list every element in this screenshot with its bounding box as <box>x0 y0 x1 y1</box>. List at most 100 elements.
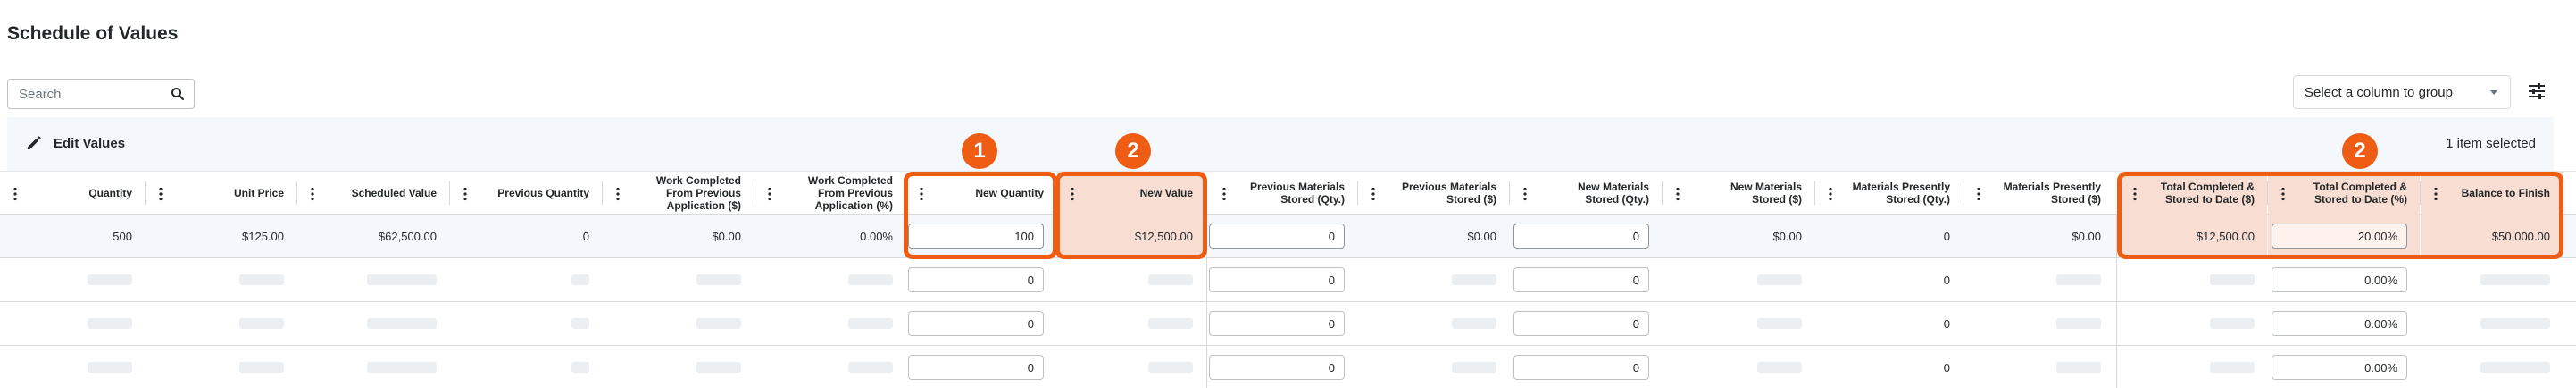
column-separator[interactable] <box>602 181 603 205</box>
new-quantity-input[interactable] <box>908 355 1044 380</box>
column-separator[interactable] <box>1662 181 1663 205</box>
prev-materials-qty-input[interactable] <box>1209 224 1345 249</box>
group-by-select[interactable]: Select a column to group <box>2293 75 2511 109</box>
selected-count: 1 item selected <box>2446 136 2536 151</box>
column-header-prev-materials-amount[interactable]: Previous Materials Stored ($) <box>1358 172 1509 215</box>
search-input[interactable] <box>8 80 160 108</box>
column-header-previous-quantity[interactable]: Previous Quantity <box>450 172 602 215</box>
new-quantity-input[interactable] <box>908 311 1044 336</box>
cell-new-materials-qty <box>1510 215 1662 257</box>
column-menu-icon[interactable] <box>13 187 18 201</box>
column-separator[interactable] <box>296 181 297 205</box>
cell-new-materials-qty <box>1510 258 1662 301</box>
column-header-balance-to-finish[interactable]: Balance to Finish <box>2421 172 2563 215</box>
edit-values-button[interactable]: Edit Values <box>25 134 125 152</box>
prev-materials-qty-input[interactable] <box>1209 355 1345 380</box>
column-header-quantity[interactable]: Quantity <box>0 172 145 215</box>
column-header-materials-present-qty[interactable]: Materials Presently Stored (Qty.) <box>1815 172 1963 215</box>
total-completed-percent-input[interactable] <box>2272 311 2407 336</box>
column-menu-icon[interactable] <box>1675 187 1680 201</box>
search-box[interactable] <box>7 79 195 109</box>
table-row[interactable]: 0 <box>0 346 2576 388</box>
column-separator[interactable] <box>2267 181 2268 205</box>
column-menu-icon[interactable] <box>1221 187 1227 201</box>
new-materials-qty-input[interactable] <box>1513 267 1649 292</box>
cell-previous-quantity: 0 <box>582 229 589 243</box>
cell-scheduled-value: $62,500.00 <box>378 229 437 243</box>
new-quantity-input[interactable] <box>908 267 1044 292</box>
column-menu-icon[interactable] <box>463 187 468 201</box>
column-separator[interactable] <box>1357 181 1358 205</box>
column-menu-icon[interactable] <box>310 187 315 201</box>
callout-badge-2-totals: 2 <box>2342 133 2378 169</box>
table-row[interactable]: 0 <box>0 258 2576 302</box>
column-menu-icon[interactable] <box>1371 187 1376 201</box>
column-separator[interactable] <box>1509 181 1510 205</box>
column-menu-icon[interactable] <box>2433 187 2438 201</box>
table-settings-icon[interactable] <box>2527 82 2547 100</box>
column-header-unit-price[interactable]: Unit Price <box>146 172 296 215</box>
column-separator[interactable] <box>2420 181 2421 205</box>
loading-placeholder <box>848 274 893 285</box>
column-header-materials-present-amount[interactable]: Materials Presently Stored ($) <box>1963 172 2113 215</box>
column-header-prev-materials-qty[interactable]: Previous Materials Stored (Qty.) <box>1209 172 1357 215</box>
cell-placeholder <box>450 302 602 345</box>
column-header-scheduled-value[interactable]: Scheduled Value <box>297 172 449 215</box>
loading-placeholder <box>2210 274 2255 285</box>
cell-work-prev-percent: 0.00% <box>860 229 893 243</box>
loading-placeholder <box>571 362 589 373</box>
column-separator[interactable] <box>1814 181 1815 205</box>
prev-materials-qty-input[interactable] <box>1209 311 1345 336</box>
column-menu-icon[interactable] <box>615 187 621 201</box>
new-materials-qty-input[interactable] <box>1513 311 1649 336</box>
column-menu-icon[interactable] <box>2132 187 2138 201</box>
new-quantity-input[interactable] <box>908 224 1044 249</box>
column-header-new-value[interactable]: New Value <box>1057 172 1205 215</box>
new-materials-qty-input[interactable] <box>1513 224 1649 249</box>
column-menu-icon[interactable] <box>1070 187 1075 201</box>
loading-placeholder <box>239 362 284 373</box>
column-separator[interactable] <box>449 181 450 205</box>
cell-placeholder <box>2120 302 2267 345</box>
schedule-of-values-table: Quantity Unit Price Scheduled Value Prev… <box>0 171 2576 388</box>
column-menu-icon[interactable] <box>1976 187 1981 201</box>
cell-placeholder <box>297 346 449 388</box>
column-menu-icon[interactable] <box>767 187 772 201</box>
table-row[interactable]: 0 <box>0 302 2576 346</box>
cell-placeholder <box>0 302 145 345</box>
total-completed-percent-input[interactable] <box>2272 355 2407 380</box>
column-header-new-materials-qty[interactable]: New Materials Stored (Qty.) <box>1510 172 1662 215</box>
cell-placeholder <box>2120 346 2267 388</box>
column-menu-icon[interactable] <box>1828 187 1833 201</box>
column-menu-icon[interactable] <box>2280 187 2286 201</box>
new-materials-qty-input[interactable] <box>1513 355 1649 380</box>
pinned-column-divider <box>1206 215 1207 388</box>
column-menu-icon[interactable] <box>1522 187 1528 201</box>
loading-placeholder <box>2210 318 2255 329</box>
column-separator[interactable] <box>145 181 146 205</box>
prev-materials-qty-input[interactable] <box>1209 267 1345 292</box>
column-menu-icon[interactable] <box>919 187 924 201</box>
column-menu-icon[interactable] <box>158 187 163 201</box>
column-header-new-quantity[interactable]: New Quantity <box>906 172 1056 215</box>
column-header-work-completed-prev-amount[interactable]: Work Completed From Previous Application… <box>603 172 754 215</box>
table-row[interactable]: 500 $125.00 $62,500.00 0 $0.00 0.00% $12… <box>0 215 2576 258</box>
loading-placeholder <box>1452 318 1496 329</box>
cell-placeholder <box>2421 258 2563 301</box>
cell-placeholder <box>1663 302 1814 345</box>
column-header-total-completed-percent[interactable]: Total Completed & Stored to Date (%) <box>2268 172 2420 215</box>
total-completed-percent-input[interactable] <box>2272 267 2407 292</box>
cell-new-materials-amount: $0.00 <box>1772 229 1802 243</box>
total-completed-percent-input[interactable] <box>2272 224 2407 249</box>
column-separator[interactable] <box>905 181 906 205</box>
column-header-new-materials-amount[interactable]: New Materials Stored ($) <box>1663 172 1814 215</box>
edit-values-label: Edit Values <box>54 135 126 151</box>
cell-materials-present-qty: 0 <box>1943 229 1950 243</box>
column-header-total-completed-amount[interactable]: Total Completed & Stored to Date ($) <box>2120 172 2267 215</box>
cell-prev-materials-qty <box>1209 302 1357 345</box>
loading-placeholder <box>1452 274 1496 285</box>
loading-placeholder <box>848 362 893 373</box>
column-header-work-completed-prev-percent[interactable]: Work Completed From Previous Application… <box>754 172 905 215</box>
bulk-action-bar: Edit Values 1 item selected <box>7 117 2554 171</box>
search-icon[interactable] <box>171 87 185 101</box>
